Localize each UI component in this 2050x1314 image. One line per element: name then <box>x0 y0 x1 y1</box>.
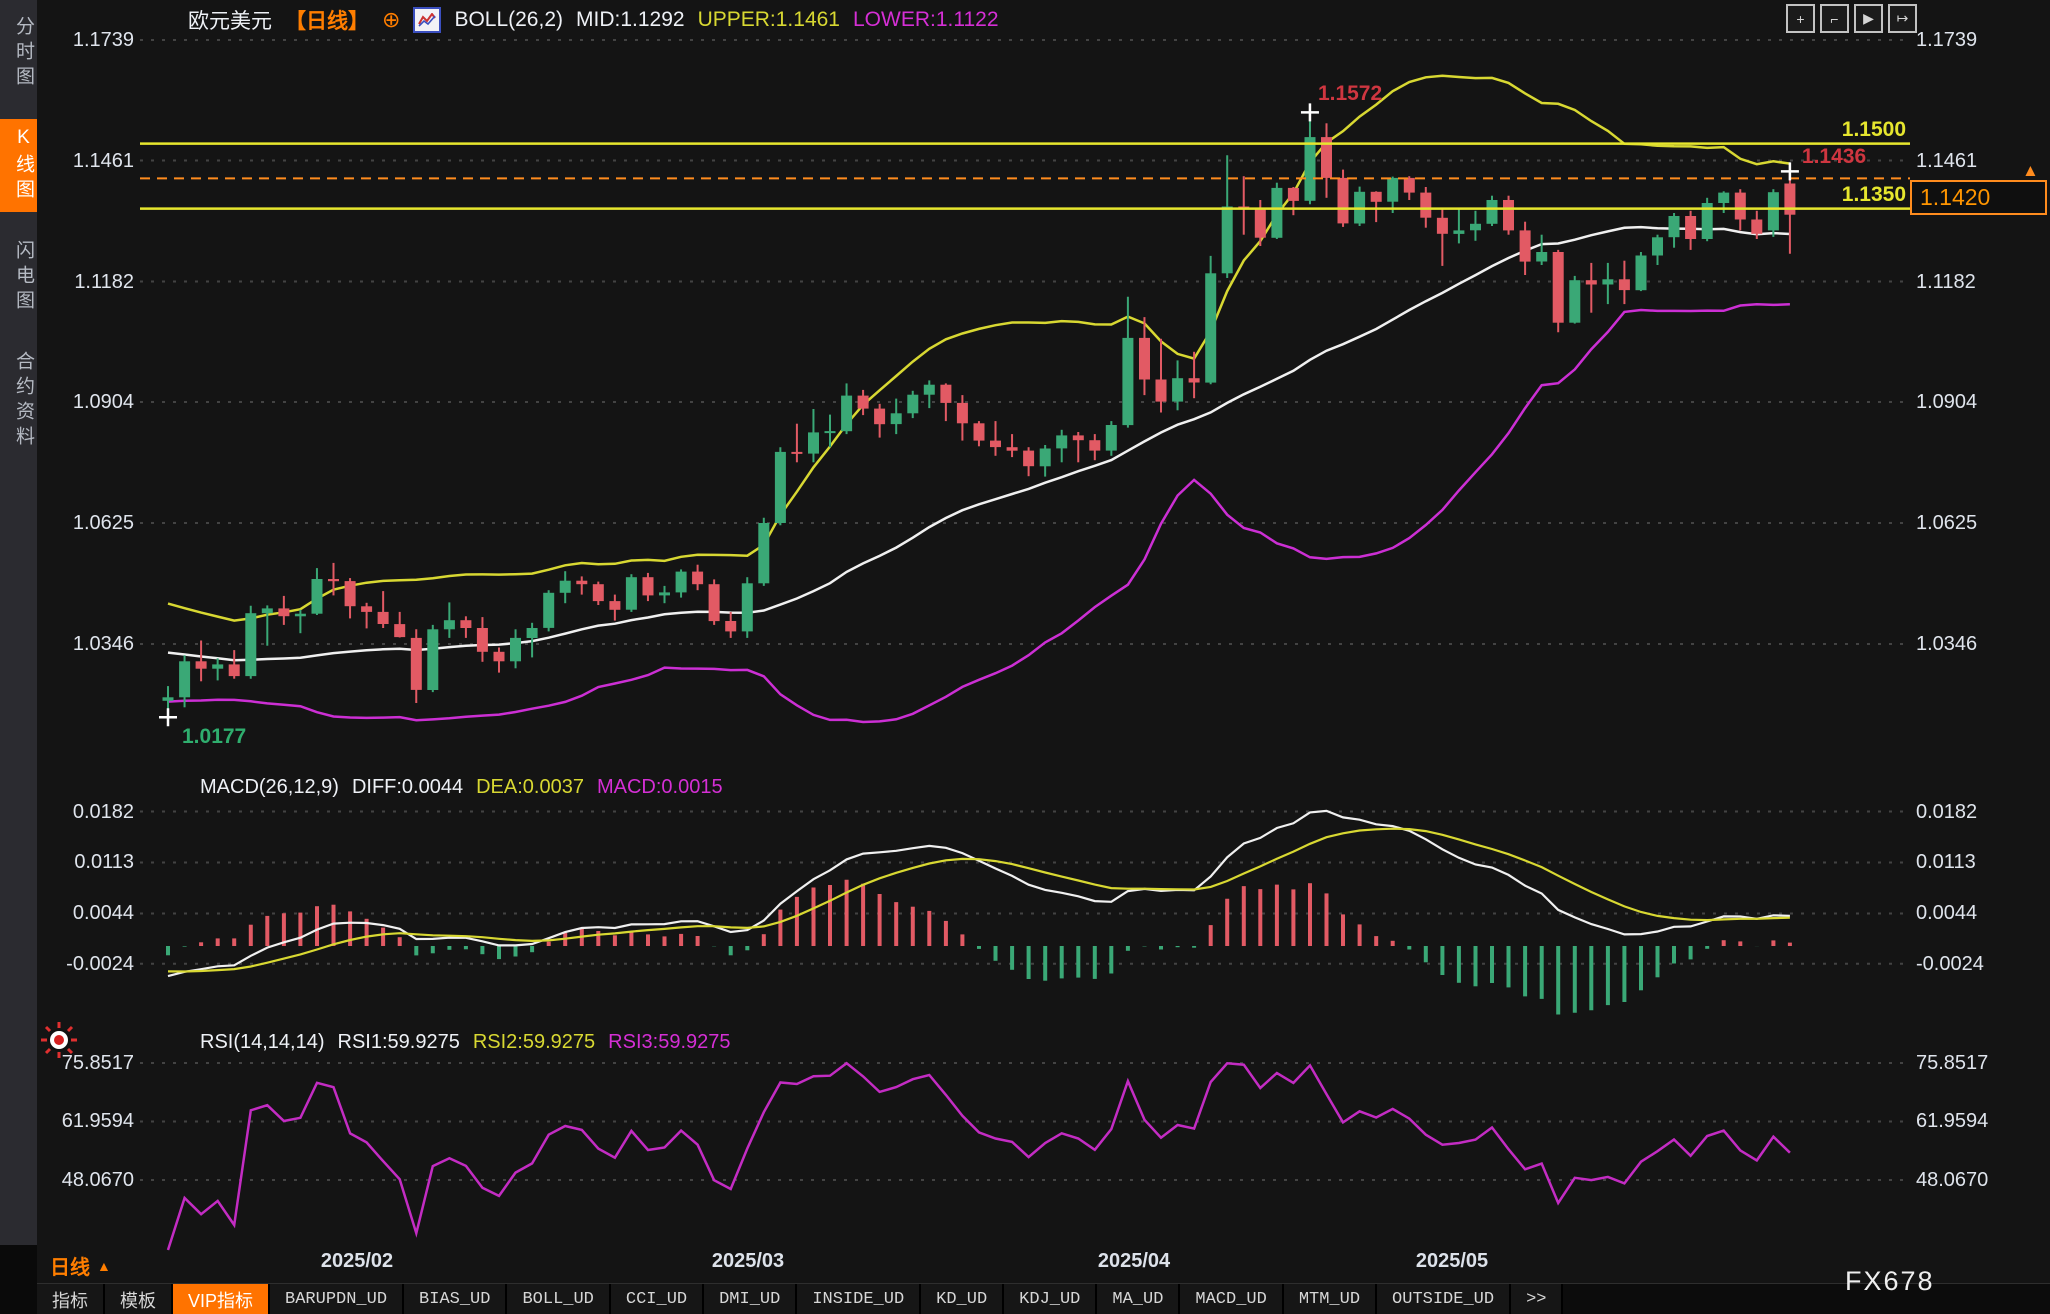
main-y-tick-right-1.0625: 1.0625 <box>1916 511 1977 535</box>
rsi-title: RSI(14,14,14) <box>200 1031 325 1054</box>
main-y-tick-right-1.0904: 1.0904 <box>1916 390 1977 414</box>
watermark: FX678 <box>1845 1266 1935 1297</box>
gridlines <box>140 40 1908 1180</box>
footer-tab-5[interactable]: BIAS_UD <box>404 1284 507 1314</box>
rsi3-value: RSI3:59.9275 <box>608 1031 730 1054</box>
rsi-plot <box>168 1063 1790 1250</box>
macd-y-tick-right-0.0182: 0.0182 <box>1916 800 1977 824</box>
chart-canvas[interactable] <box>0 0 2050 1314</box>
sidebar-item-2[interactable]: K线图 <box>0 119 37 212</box>
extreme-label-1.0177: 1.0177 <box>182 725 246 749</box>
macd-y-tick-left-0.0113: 0.0113 <box>24 850 134 874</box>
alert-icon[interactable] <box>40 1021 78 1064</box>
macd-y-tick-right--0.0024: -0.0024 <box>1916 952 1984 976</box>
boll-label: BOLL(26,2) <box>454 8 563 32</box>
axis-scale-icon[interactable]: ⌐ <box>1820 4 1849 33</box>
main-y-tick-right-1.0346: 1.0346 <box>1916 632 1977 656</box>
sidebar-item-3[interactable]: 闪电图 <box>0 232 37 323</box>
chart-header: 欧元美元 【日线】 ⊕ BOLL(26,2) MID:1.1292 UPPER:… <box>188 5 999 35</box>
main-y-tick-left-1.0904: 1.0904 <box>24 390 134 414</box>
macd-y-tick-right-0.0113: 0.0113 <box>1916 850 1976 874</box>
macd-y-tick-right-0.0044: 0.0044 <box>1916 901 1977 925</box>
footer-tab-11[interactable]: KDJ_UD <box>1004 1284 1097 1314</box>
rsi2-value: RSI2:59.9275 <box>473 1031 595 1054</box>
price-line-label-1.1350: 1.1350 <box>1756 183 1906 207</box>
period-tag[interactable]: 【日线】 <box>285 5 369 35</box>
footer-tab-16[interactable]: >> <box>1511 1284 1563 1314</box>
price-box: 1.1420 <box>1910 180 2047 215</box>
macd-value: MACD:0.0015 <box>597 776 723 799</box>
symbol-name: 欧元美元 <box>188 5 272 35</box>
main-y-tick-left-1.1739: 1.1739 <box>24 28 134 52</box>
crosshair-icon[interactable]: + <box>1786 4 1815 33</box>
period-label: 日线 <box>50 1251 90 1280</box>
footer-tab-3[interactable]: VIP指标 <box>173 1284 270 1314</box>
sidebar-corner <box>0 1245 37 1314</box>
macd-header: MACD(26,12,9) DIFF:0.0044 DEA:0.0037 MAC… <box>200 776 723 799</box>
rsi-header: RSI(14,14,14) RSI1:59.9275 RSI2:59.9275 … <box>200 1031 731 1054</box>
footer-tab-4[interactable]: BARUPDN_UD <box>270 1284 404 1314</box>
rsi-y-tick-left-61.9594: 61.9594 <box>24 1109 134 1133</box>
price-line-label-1.1500: 1.1500 <box>1756 118 1906 142</box>
extreme-label-1.1572: 1.1572 <box>1318 82 1382 106</box>
main-y-tick-right-1.1182: 1.1182 <box>1916 270 1976 294</box>
macd-y-tick-left-0.0044: 0.0044 <box>24 901 134 925</box>
sidebar: 分时图 K线图闪电图合约资料 <box>0 0 37 1245</box>
boll-upper-value: UPPER:1.1461 <box>698 8 840 32</box>
main-y-tick-right-1.1461: 1.1461 <box>1916 149 1977 173</box>
indicator-chart-icon[interactable] <box>413 7 441 33</box>
footer-tab-9[interactable]: INSIDE_UD <box>797 1284 921 1314</box>
macd-y-tick-left-0.0182: 0.0182 <box>24 800 134 824</box>
chart-toolbar: +⌐▶↦ <box>1786 4 1917 33</box>
x-axis-label-2025/05: 2025/05 <box>1416 1250 1488 1273</box>
macd-y-tick-left--0.0024: -0.0024 <box>24 952 134 976</box>
extreme-label-1.1436: 1.1436 <box>1802 145 1866 169</box>
x-axis-label-2025/03: 2025/03 <box>712 1250 784 1273</box>
footer-tab-13[interactable]: MACD_UD <box>1180 1284 1283 1314</box>
annotations <box>140 103 1910 726</box>
boll-lower-value: LOWER:1.1122 <box>853 8 999 32</box>
axis-play-icon[interactable]: ▶ <box>1854 4 1883 33</box>
x-axis-label-2025/04: 2025/04 <box>1098 1250 1170 1273</box>
macd-title: MACD(26,12,9) <box>200 776 339 799</box>
footer-tab-6[interactable]: BOLL_UD <box>507 1284 610 1314</box>
main-y-tick-right-1.1739: 1.1739 <box>1916 28 1977 52</box>
macd-dea-value: DEA:0.0037 <box>476 776 584 799</box>
candles <box>163 112 1796 717</box>
sidebar-item-4[interactable]: 合约资料 <box>0 343 37 459</box>
footer-tab-bar: 指标模板VIP指标BARUPDN_UDBIAS_UDBOLL_UDCCI_UDD… <box>37 1283 2050 1314</box>
footer-tab-12[interactable]: MA_UD <box>1097 1284 1180 1314</box>
trading-app: 分时图 K线图闪电图合约资料 欧元美元 【日线】 ⊕ BOLL(26,2) MID… <box>0 0 2050 1314</box>
main-y-tick-left-1.1461: 1.1461 <box>24 149 134 173</box>
footer-tab-10[interactable]: KD_UD <box>921 1284 1004 1314</box>
main-y-tick-left-1.0625: 1.0625 <box>24 511 134 535</box>
rsi-y-tick-right-61.9594: 61.9594 <box>1916 1109 1988 1133</box>
rsi-y-tick-left-48.0670: 48.0670 <box>24 1168 134 1192</box>
period-up-triangle-icon: ▲ <box>97 1258 111 1274</box>
rsi-y-tick-right-75.8517: 75.8517 <box>1916 1051 1988 1075</box>
rsi1-value: RSI1:59.9275 <box>338 1031 460 1054</box>
footer-tab-8[interactable]: DMI_UD <box>704 1284 797 1314</box>
main-y-tick-left-1.1182: 1.1182 <box>24 270 134 294</box>
price-up-arrow-icon: ▲ <box>2022 161 2039 181</box>
macd-diff-value: DIFF:0.0044 <box>352 776 463 799</box>
x-axis-label-2025/02: 2025/02 <box>321 1250 393 1273</box>
rsi-y-tick-right-48.0670: 48.0670 <box>1916 1168 1988 1192</box>
bollinger-bands <box>168 76 1790 722</box>
main-y-tick-left-1.0346: 1.0346 <box>24 632 134 656</box>
sidebar-item-1[interactable]: 分时图 <box>0 8 37 99</box>
footer-tab-2[interactable]: 模板 <box>105 1284 173 1314</box>
footer-tab-7[interactable]: CCI_UD <box>611 1284 704 1314</box>
footer-tab-1[interactable]: 指标 <box>37 1284 105 1314</box>
boll-mid-value: MID:1.1292 <box>576 8 685 32</box>
footer-tab-14[interactable]: MTM_UD <box>1284 1284 1377 1314</box>
period-selector[interactable]: 日线 ▲ <box>50 1251 111 1280</box>
add-overlay-icon[interactable]: ⊕ <box>382 10 400 30</box>
pan-right-icon[interactable]: ↦ <box>1888 4 1917 33</box>
footer-tab-15[interactable]: OUTSIDE_UD <box>1377 1284 1511 1314</box>
